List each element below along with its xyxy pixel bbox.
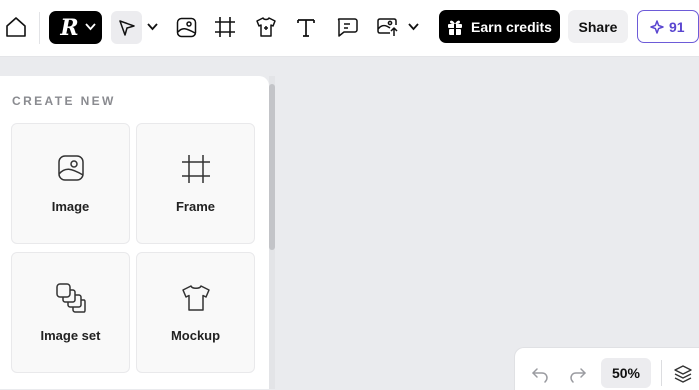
- text-icon: [297, 19, 315, 37]
- tshirt-icon: [256, 17, 276, 37]
- frame-icon: [181, 155, 210, 183]
- home-icon: [6, 17, 26, 37]
- share-label: Share: [578, 18, 618, 35]
- panel-heading: CREATE NEW: [12, 94, 116, 108]
- earn-credits-label: Earn credits: [471, 18, 552, 35]
- home-button[interactable]: [2, 12, 30, 42]
- zoom-divider: [661, 360, 662, 386]
- brand-menu-button[interactable]: R: [49, 11, 102, 44]
- panel-scrollbar-thumb[interactable]: [269, 84, 275, 250]
- chevron-down-icon: [85, 23, 96, 31]
- comment-icon: [337, 18, 358, 37]
- image-icon: [176, 17, 196, 37]
- credits-count: 91: [669, 18, 685, 35]
- zoom-bar: 50%: [514, 347, 699, 390]
- card-label: Frame: [175, 199, 216, 214]
- image-tool-button[interactable]: [173, 14, 199, 40]
- mockup-tool-button[interactable]: [253, 14, 279, 40]
- upload-tool-dropdown[interactable]: [406, 19, 420, 35]
- image-icon: [57, 155, 84, 181]
- brand-logo: R: [60, 14, 79, 41]
- layers-icon: [674, 365, 692, 383]
- card-label: Image set: [40, 328, 101, 343]
- credits-badge[interactable]: 91: [637, 10, 699, 43]
- select-tool-dropdown[interactable]: [145, 19, 159, 35]
- select-tool-button[interactable]: [111, 11, 142, 44]
- layers-button[interactable]: [671, 362, 695, 386]
- redo-button[interactable]: [567, 363, 589, 385]
- create-image-set-card[interactable]: Image set: [11, 252, 130, 373]
- gift-icon: [448, 20, 463, 35]
- toolbar-divider: [39, 12, 40, 44]
- sparkle-icon: [650, 19, 664, 34]
- share-button[interactable]: Share: [568, 10, 628, 43]
- comment-tool-button[interactable]: [334, 14, 360, 40]
- chevron-down-icon: [146, 23, 158, 31]
- image-set-icon: [55, 283, 86, 313]
- zoom-level[interactable]: 50%: [601, 358, 651, 388]
- frame-tool-button[interactable]: [212, 14, 238, 40]
- earn-credits-button[interactable]: Earn credits: [439, 10, 560, 43]
- card-label: Mockup: [170, 328, 221, 343]
- create-mockup-card[interactable]: Mockup: [136, 252, 255, 373]
- text-tool-button[interactable]: [293, 14, 319, 40]
- upload-tool-button[interactable]: [374, 14, 402, 40]
- create-new-panel: CREATE NEW Image Frame Image set Mockup: [0, 76, 269, 389]
- create-frame-card[interactable]: Frame: [136, 123, 255, 244]
- redo-icon: [570, 368, 586, 383]
- pointer-icon: [118, 19, 135, 36]
- frame-icon: [215, 17, 235, 37]
- card-label: Image: [51, 199, 90, 214]
- top-toolbar: R Earn credits Share 91: [0, 0, 699, 57]
- undo-icon: [532, 368, 548, 383]
- chevron-down-icon: [407, 23, 419, 31]
- tshirt-icon: [181, 285, 210, 311]
- create-image-card[interactable]: Image: [11, 123, 130, 244]
- image-upload-icon: [377, 18, 398, 36]
- undo-button[interactable]: [529, 363, 551, 385]
